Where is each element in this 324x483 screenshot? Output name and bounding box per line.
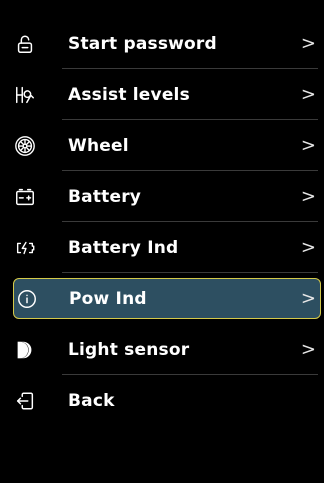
battery-icon [12,184,38,210]
chevron-right-icon: > [300,185,316,207]
menu-item-label: Back [68,390,115,411]
menu-item-battery-ind[interactable]: Battery Ind > [0,222,324,273]
power-indicator-icon [14,286,40,312]
chevron-right-icon: > [300,287,316,309]
chevron-right-icon: > [300,338,316,360]
back-icon [12,388,38,414]
menu-item-label: Light sensor [68,339,190,360]
battery-indicator-icon [12,235,38,261]
assist-level-icon [12,82,38,108]
menu-item-label: Assist levels [68,84,190,105]
menu-item-label: Battery [68,186,142,207]
chevron-right-icon: > [300,236,316,258]
selection-highlight [13,278,321,319]
menu-item-label: Battery Ind [68,237,179,258]
chevron-right-icon: > [300,32,316,54]
menu-item-pow-ind[interactable]: Pow Ind > [0,273,324,324]
menu-item-light-sensor[interactable]: Light sensor > [0,324,324,375]
light-sensor-icon [12,337,38,363]
chevron-right-icon: > [300,134,316,156]
wheel-icon [12,133,38,159]
chevron-right-icon: > [300,83,316,105]
menu-item-label: Start password [68,33,217,54]
lock-icon [12,31,38,57]
menu-item-label: Wheel [68,135,129,156]
menu-item-label: Pow Ind [69,288,147,309]
settings-menu: Start password > Assist levels > Wheel >… [0,18,324,426]
menu-item-assist-levels[interactable]: Assist levels > [0,69,324,120]
menu-item-battery[interactable]: Battery > [0,171,324,222]
menu-item-back[interactable]: Back [0,375,324,426]
menu-item-start-password[interactable]: Start password > [0,18,324,69]
menu-item-wheel[interactable]: Wheel > [0,120,324,171]
